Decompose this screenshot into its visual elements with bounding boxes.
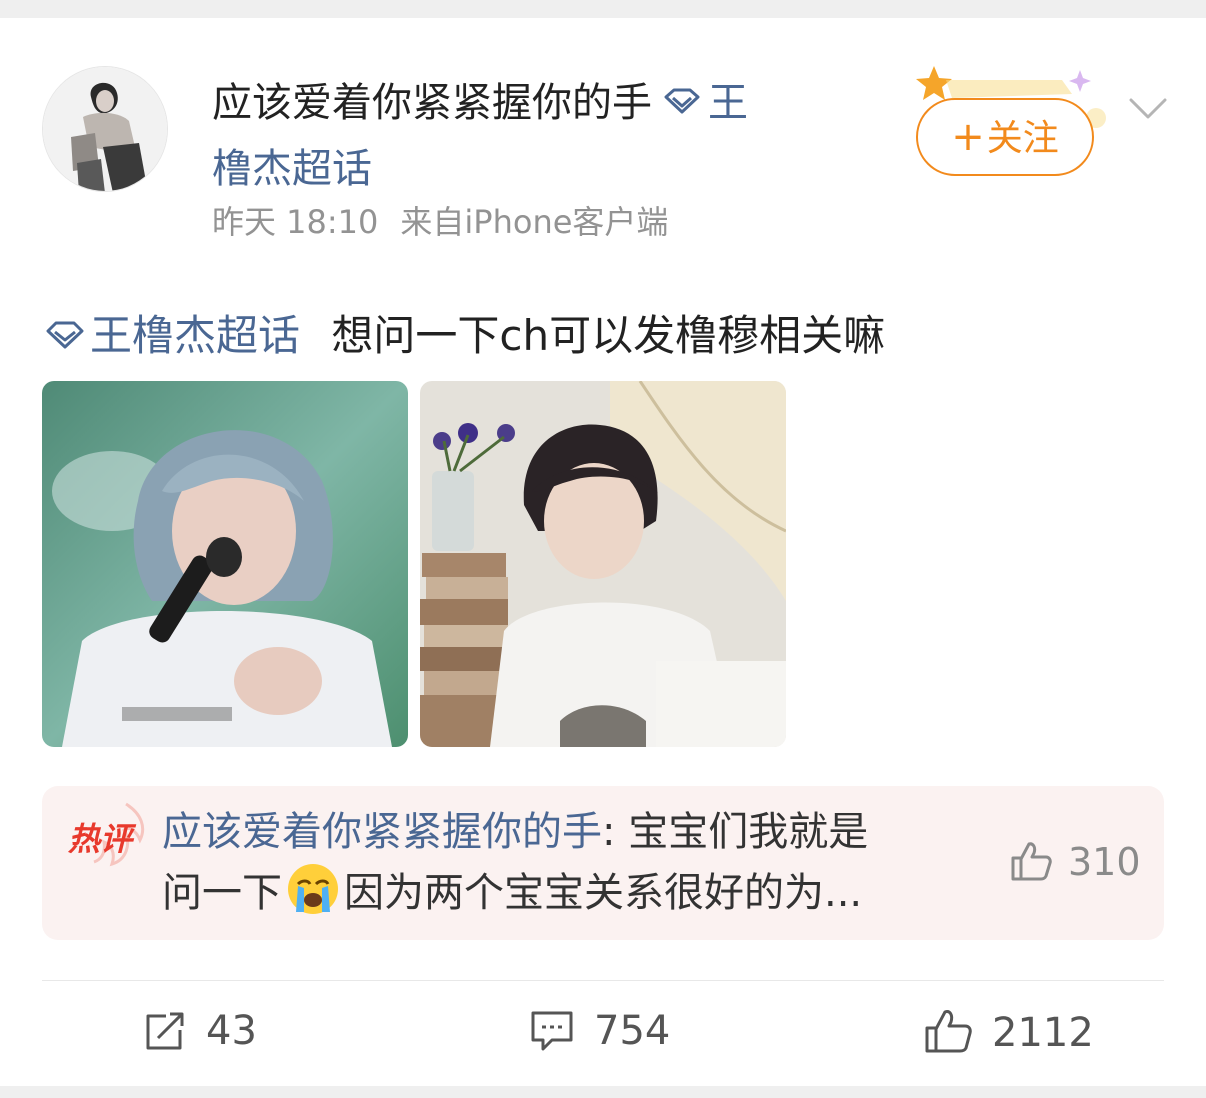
hot-comment-part1: : 宝宝们我就是 [602,809,869,855]
supertopic-tag-link[interactable]: 王橹杰超话 [90,311,300,360]
hot-comment-like-count: 310 [1068,840,1141,884]
post-text: 想问一下ch可以发橹穆相关嘛 [331,311,886,360]
hot-comment-part3: 因为两个宝宝关系很好的为... [344,870,863,916]
follow-button[interactable]: +关注 [916,98,1094,176]
post-meta: 昨天 18:10 来自iPhone客户端 [212,200,668,244]
hot-comment-text: 应该爱着你紧紧握你的手: 宝宝们我就是问一下 因为两个宝宝关系很好的为... [162,802,962,923]
supertopic-diamond-icon [46,321,84,348]
action-divider [42,980,1164,981]
thumbs-up-icon [1011,842,1052,881]
chevron-down-icon[interactable] [1128,96,1168,122]
crying-face-icon [288,864,338,914]
plus-icon: + [951,114,985,160]
thumbs-up-icon [925,1010,972,1053]
username[interactable]: 应该爱着你紧紧握你的手 [212,80,652,126]
like-button[interactable]: 2112 [924,1008,1094,1056]
post-image-2[interactable] [420,381,786,747]
repost-icon [146,1012,184,1050]
comment-count: 754 [594,1008,671,1054]
post-body: 王橹杰超话 想问一下ch可以发橹穆相关嘛 [44,304,885,368]
post-time: 昨天 18:10 [212,203,379,241]
supertopic-link[interactable]: 王 [708,80,748,126]
supertopic-diamond-icon [664,88,700,114]
post-header-title: 应该爱着你紧紧握你的手 王橹杰超话 [212,70,862,202]
like-count: 2112 [992,1010,1094,1056]
weibo-post-card: 应该爱着你紧紧握你的手王橹杰超话 昨天 18:10 来自iPhone客户端 +关注… [0,18,1206,1086]
repost-button[interactable]: 43 [144,1008,257,1054]
follow-label: 关注 [986,118,1059,159]
hot-comment-part2: 问一下 [162,870,282,916]
hot-comment-badge: 热评 [68,820,133,858]
supertopic-link-cont[interactable]: 橹杰超话 [212,146,372,192]
hot-comment[interactable]: 热评 应该爱着你紧紧握你的手: 宝宝们我就是问一下 因为两个宝宝关系很好的为..… [42,786,1164,940]
post-image-1[interactable] [42,381,408,747]
post-source: 来自iPhone客户端 [400,203,669,241]
hot-comment-author[interactable]: 应该爱着你紧紧握你的手 [162,809,602,855]
hot-comment-like[interactable]: 310 [1010,840,1141,884]
comment-button[interactable]: 754 [530,1008,670,1054]
repost-count: 43 [206,1008,257,1054]
avatar[interactable] [42,66,168,192]
comment-icon [531,1011,573,1051]
